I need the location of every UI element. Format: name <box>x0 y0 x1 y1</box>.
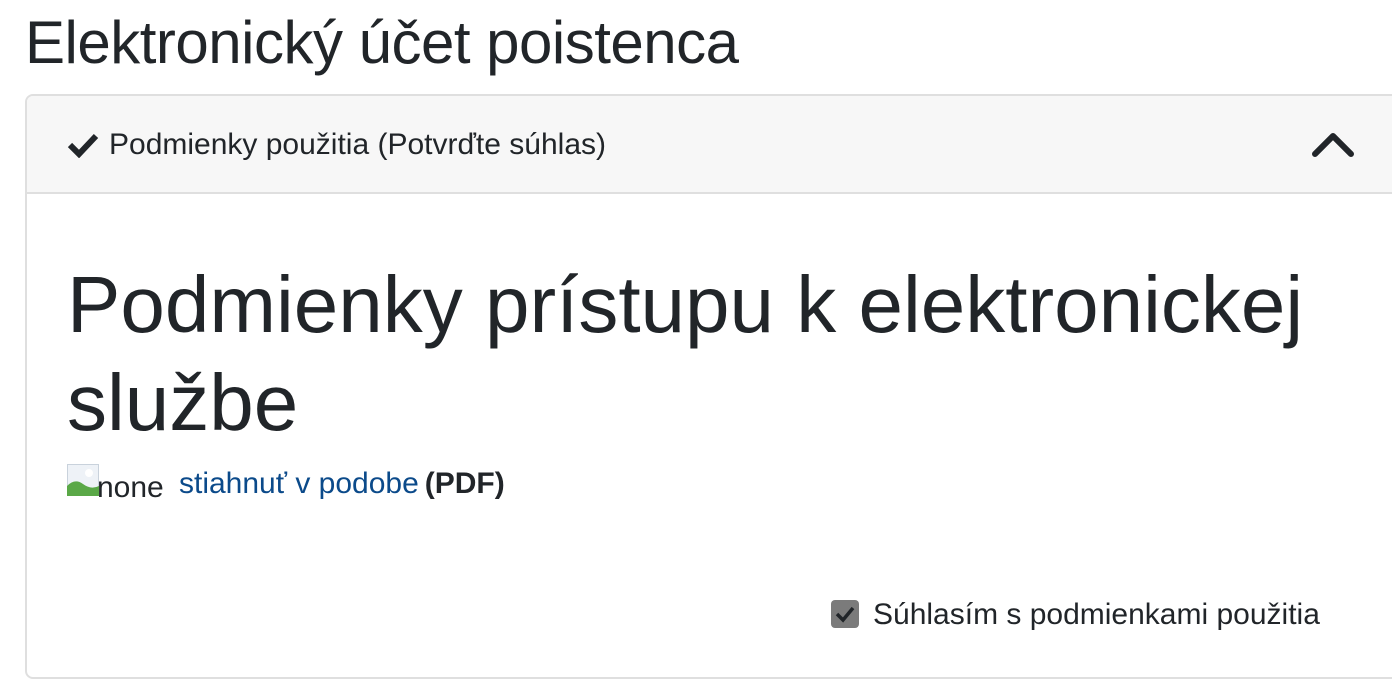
agree-label[interactable]: Súhlasím s podmienkami použitia <box>873 596 1320 634</box>
checkbox-check-icon <box>835 606 855 623</box>
pdf-format-label: (PDF) <box>424 467 505 500</box>
broken-image-icon <box>67 464 99 496</box>
image-alt-text: none <box>97 471 164 504</box>
terms-heading: Podmienky prístupu k elektronickej služb… <box>67 260 1304 447</box>
accordion-header-label: Podmienky použitia (Potvrďte súhlas) <box>109 128 606 161</box>
terms-accordion: Podmienky použitia (Potvrďte súhlas) Pod… <box>25 94 1392 679</box>
agree-checkbox[interactable] <box>831 600 859 628</box>
download-pdf-link[interactable]: stiahnuť v podobe <box>179 467 419 500</box>
chevron-up-icon[interactable] <box>1311 130 1355 158</box>
check-icon <box>67 133 99 158</box>
page-title: Elektronický účet poistenca <box>25 9 739 76</box>
accordion-header[interactable]: Podmienky použitia (Potvrďte súhlas) <box>27 96 1392 194</box>
pdf-image: none <box>67 464 171 504</box>
download-row: none stiahnuť v podobe (PDF) <box>67 464 505 504</box>
